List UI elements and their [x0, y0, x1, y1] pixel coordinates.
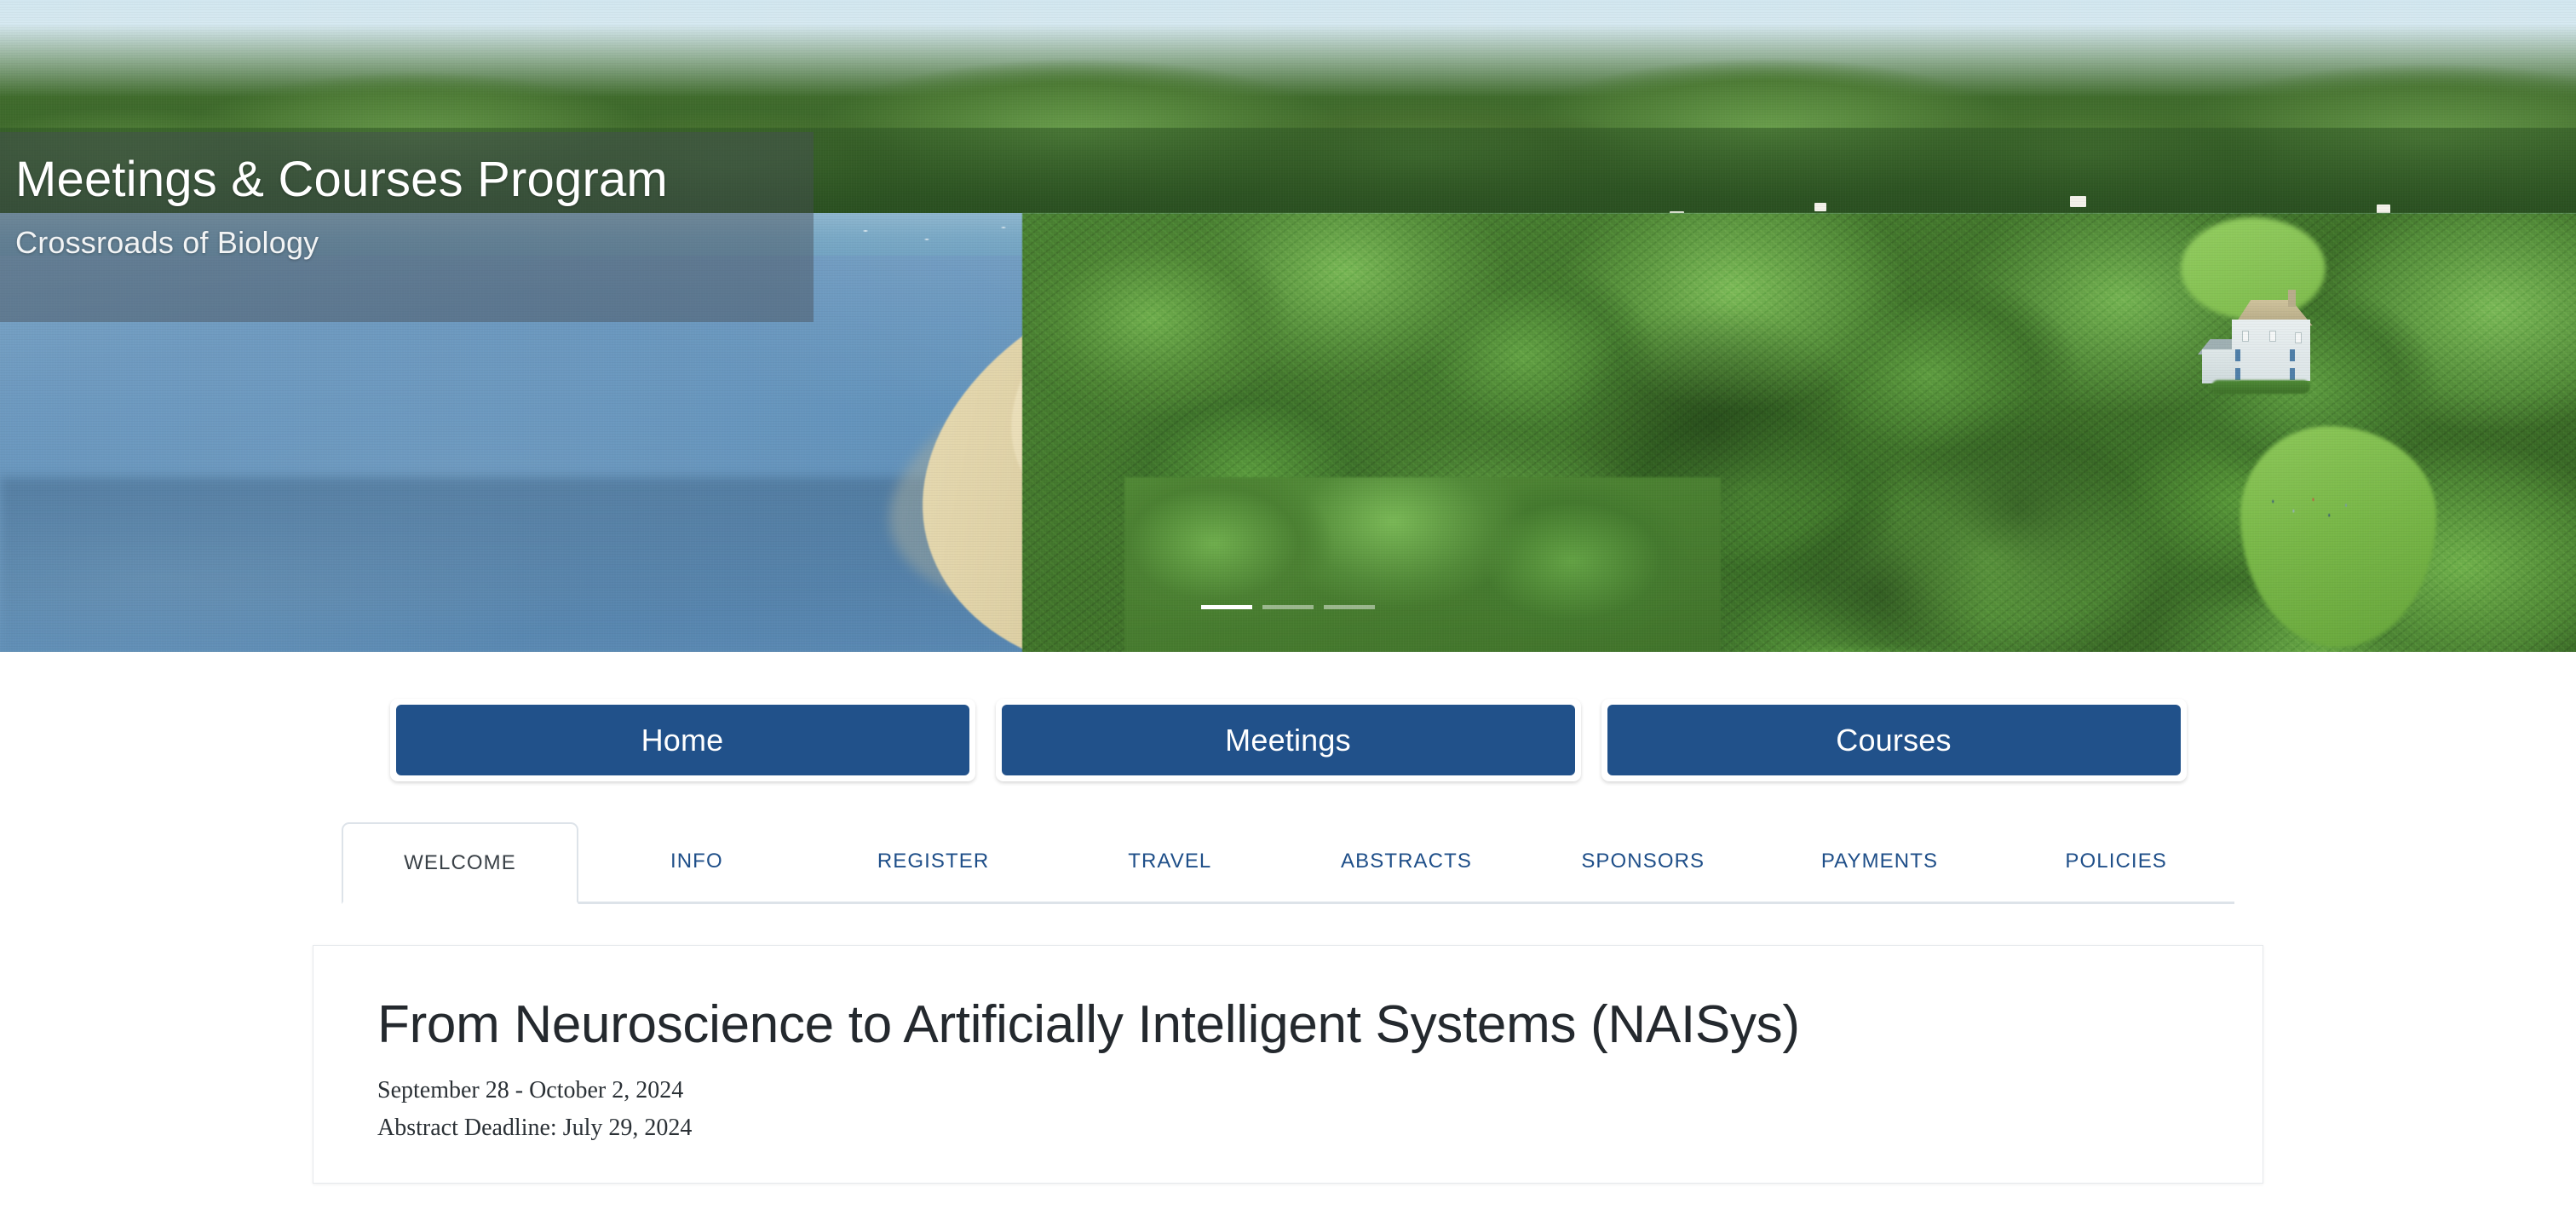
nav-button-home-wrapper[interactable]: Home — [389, 699, 975, 781]
content-card: From Neuroscience to Artificially Intell… — [313, 945, 2263, 1184]
content-card-wrapper: From Neuroscience to Artificially Intell… — [0, 945, 2576, 1184]
hero-title: Meetings & Courses Program — [15, 152, 668, 207]
carousel-indicators[interactable] — [1201, 605, 1375, 609]
house-shutter — [2290, 368, 2295, 380]
house-shutter — [2235, 368, 2240, 380]
tab-bar-wrapper: WELCOME INFO REGISTER TRAVEL ABSTRACTS S… — [0, 822, 2576, 904]
tab-info[interactable]: INFO — [578, 850, 815, 902]
nav-button-meetings[interactable]: Meetings — [1001, 705, 1575, 775]
shoreline-woods — [1124, 477, 1721, 652]
abstract-deadline: Abstract Deadline: July 29, 2024 — [377, 1115, 693, 1142]
house-window — [2269, 331, 2276, 342]
carousel-indicator-3[interactable] — [1324, 605, 1375, 609]
house-hedge — [2211, 380, 2310, 394]
page-title: From Neuroscience to Artificially Intell… — [377, 995, 1800, 1054]
small-group-of-people — [2262, 490, 2355, 528]
tab-register[interactable]: REGISTER — [815, 850, 1052, 902]
house-shutter — [2235, 349, 2240, 361]
carousel-indicator-1[interactable] — [1201, 605, 1252, 609]
primary-navigation: Home Meetings Courses — [0, 652, 2576, 781]
tab-abstracts[interactable]: ABSTRACTS — [1288, 850, 1525, 902]
shoreline-house — [1814, 203, 1826, 211]
tab-travel[interactable]: TRAVEL — [1051, 850, 1288, 902]
colonial-house — [2232, 320, 2310, 381]
tab-bar: WELCOME INFO REGISTER TRAVEL ABSTRACTS S… — [342, 822, 2234, 904]
hero-subtitle: Crossroads of Biology — [15, 224, 319, 260]
event-dates: September 28 - October 2, 2024 — [377, 1077, 684, 1104]
house-shutter — [2290, 349, 2295, 361]
house-wing — [2202, 349, 2240, 383]
house-window — [2242, 331, 2249, 342]
house-window — [2295, 332, 2302, 343]
tab-payments[interactable]: PAYMENTS — [1762, 850, 1998, 902]
tab-welcome[interactable]: WELCOME — [342, 822, 578, 904]
carousel-indicator-2[interactable] — [1262, 605, 1314, 609]
nav-button-home[interactable]: Home — [395, 705, 969, 775]
hero-background-image — [0, 0, 2576, 652]
shoreline-house — [2070, 196, 2086, 207]
hero-carousel: Meetings & Courses Program Crossroads of… — [0, 0, 2576, 652]
house-chimney — [2288, 290, 2296, 307]
crowd-of-people — [2240, 545, 2453, 639]
hero-caption-overlay: Meetings & Courses Program Crossroads of… — [0, 132, 814, 322]
nav-button-meetings-wrapper[interactable]: Meetings — [995, 699, 1581, 781]
nav-button-courses-wrapper[interactable]: Courses — [1601, 699, 2187, 781]
tab-policies[interactable]: POLICIES — [1998, 850, 2234, 902]
tab-sponsors[interactable]: SPONSORS — [1525, 850, 1762, 902]
nav-button-courses[interactable]: Courses — [1607, 705, 2181, 775]
